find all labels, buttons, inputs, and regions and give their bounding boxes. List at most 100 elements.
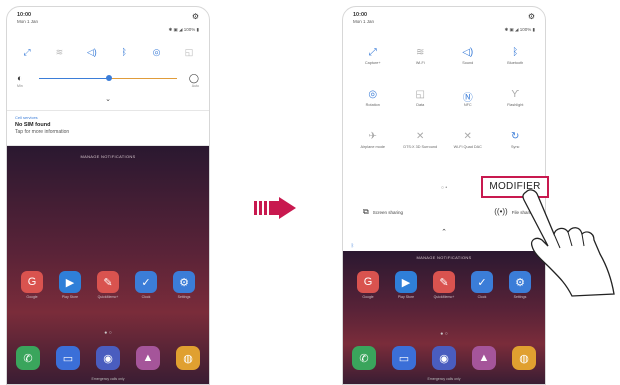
tile-label: NFC <box>463 103 472 107</box>
screen-sharing-label: Screen sharing <box>372 210 403 215</box>
capture-icon: ⤢ <box>368 47 377 58</box>
bluetooth-icon: ᛒ <box>512 47 519 58</box>
google-icon: G <box>357 271 379 293</box>
dock-app-chrome[interactable]: ◍ <box>173 346 203 370</box>
tile-airplane-mode[interactable]: ✈ Airplane mode <box>349 131 397 165</box>
play-store-icon: ▶ <box>395 271 417 293</box>
tile-label: Wi-Fi Quad DAC <box>453 145 482 149</box>
app-google[interactable]: G Google <box>17 271 47 299</box>
status-time: 10:00 <box>353 12 368 18</box>
status-icons: ✱ ▣ ◢ 100% ▮ <box>168 27 199 32</box>
display-icon[interactable]: ⤢ <box>21 47 33 58</box>
app-settings[interactable]: ⚙ Settings <box>169 271 199 299</box>
tile-label: DTS:X 3D Surround <box>403 145 438 149</box>
app-quickmemo-[interactable]: ✎ QuickMemo+ <box>429 271 459 299</box>
dock-app-camera[interactable]: ◉ <box>93 346 123 370</box>
tile-nfc[interactable]: Ⓝ NFC <box>444 89 492 123</box>
app-label: Google <box>362 295 374 299</box>
brightness-fill <box>39 78 109 79</box>
app-clock[interactable]: ✓ Clock <box>131 271 161 299</box>
auto-brightness-icon[interactable]: ◯ <box>189 73 199 84</box>
app-label: Clock <box>477 295 487 299</box>
settings-gear-icon[interactable]: ⚙ <box>192 12 199 21</box>
rotation-icon[interactable]: ◎ <box>151 47 163 58</box>
app-play-store[interactable]: ▶ Play Store <box>391 271 421 299</box>
hand-pointer-icon <box>522 189 615 297</box>
manage-notifications-link[interactable]: MANAGE NOTIFICATIONS <box>343 255 545 260</box>
brightness-knob[interactable] <box>106 75 112 81</box>
messages-icon: ▭ <box>56 346 80 370</box>
dock-app-gallery[interactable]: ▲ <box>133 346 163 370</box>
bluetooth-icon[interactable]: ᛒ <box>118 47 130 58</box>
tile-sound[interactable]: ◁) Sound <box>444 47 492 81</box>
clock-icon: ✓ <box>135 271 157 293</box>
left-phone: 10:00 Mon 1 Jan ⚙ ✱ ▣ ◢ 100% ▮ ⤢ ≋ ◁) ᛒ ◎ ◱ ◐… <box>6 6 210 385</box>
data-icon: ◱ <box>415 89 425 100</box>
expand-chevron-down-icon[interactable]: ⌄ <box>7 95 209 103</box>
surround-icon: ✕ <box>416 131 425 142</box>
bluetooth-status-icon: ᛒ <box>351 243 355 249</box>
tile-rotation[interactable]: ◎ Rotation <box>349 89 397 123</box>
dock-app-phone[interactable]: ✆ <box>349 346 379 370</box>
quickmemo--icon: ✎ <box>433 271 455 293</box>
transition-arrow-icon <box>254 197 296 219</box>
status-icons: ✱ ▣ ◢ 100% ▮ <box>504 27 535 32</box>
brightness-slider[interactable]: ◐ ◯ Min Auto <box>17 73 199 88</box>
rotation-icon: ◎ <box>368 89 378 100</box>
app-quickmemo-[interactable]: ✎ QuickMemo+ <box>93 271 123 299</box>
dock-app-phone[interactable]: ✆ <box>13 346 43 370</box>
tutorial-figure: 10:00 Mon 1 Jan ⚙ ✱ ▣ ◢ 100% ▮ ⤢ ≋ ◁) ᛒ ◎ ◱ ◐… <box>0 0 620 385</box>
dock-app-chrome[interactable]: ◍ <box>509 346 539 370</box>
phone-icon: ✆ <box>352 346 376 370</box>
phone-icon: ✆ <box>16 346 40 370</box>
manage-notifications-link[interactable]: MANAGE NOTIFICATIONS <box>7 154 209 159</box>
camera-icon: ◉ <box>96 346 120 370</box>
page-indicator: ● ○ <box>104 330 112 336</box>
sound-icon: ◁) <box>462 47 474 58</box>
status-date: Mon 1 Jan <box>353 19 375 24</box>
app-label: Play Store <box>397 295 415 299</box>
wifi-icon: ≋ <box>416 47 425 58</box>
nfc-icon: Ⓝ <box>462 93 473 104</box>
dac-icon: ✕ <box>463 131 472 142</box>
tile-label: Flashlight <box>507 103 524 107</box>
tile-capture-[interactable]: ⤢ Capture+ <box>349 47 397 81</box>
emergency-text: Emergency calls only <box>91 377 125 381</box>
camera-icon: ◉ <box>432 346 456 370</box>
brightness-icon: ◐ <box>17 73 23 83</box>
tile-wi-fi-quad-dac[interactable]: ✕ Wi-Fi Quad DAC <box>444 131 492 165</box>
file-sharing-icon: ((•)) <box>494 207 508 216</box>
tile-data[interactable]: ◱ Data <box>397 89 445 123</box>
dock-app-messages[interactable]: ▭ <box>389 346 419 370</box>
emergency-text: Emergency calls only <box>427 377 461 381</box>
dock-app-messages[interactable]: ▭ <box>53 346 83 370</box>
dock-app-camera[interactable]: ◉ <box>429 346 459 370</box>
tile-sync[interactable]: ↻ Sync <box>492 131 540 165</box>
gallery-icon: ▲ <box>472 346 496 370</box>
tile-label: Airplane mode <box>360 145 385 149</box>
tile-dts-x-3d-surround[interactable]: ✕ DTS:X 3D Surround <box>397 131 445 165</box>
tile-flashlight[interactable]: ϒ Flashlight <box>492 89 540 123</box>
tile-wi-fi[interactable]: ≋ Wi-Fi <box>397 47 445 81</box>
app-clock[interactable]: ✓ Clock <box>467 271 497 299</box>
settings-gear-icon[interactable]: ⚙ <box>528 12 535 21</box>
screen-sharing-button[interactable]: ⧉ Screen sharing <box>363 207 403 217</box>
app-label: Settings <box>177 295 191 299</box>
sound-icon[interactable]: ◁) <box>86 47 98 58</box>
wifi-icon[interactable]: ≋ <box>53 47 65 58</box>
sim-notification[interactable]: Cell services No SIM found Tap for more … <box>7 110 209 146</box>
messages-icon: ▭ <box>392 346 416 370</box>
tile-bluetooth[interactable]: ᛒ Bluetooth <box>492 47 540 81</box>
tile-label: Capture+ <box>364 61 381 65</box>
app-google[interactable]: G Google <box>353 271 383 299</box>
brightness-min-label: Min <box>17 84 23 88</box>
data-icon[interactable]: ◱ <box>183 47 195 58</box>
app-play-store[interactable]: ▶ Play Store <box>55 271 85 299</box>
notification-title: No SIM found <box>15 122 51 128</box>
screen-sharing-icon: ⧉ <box>363 207 369 216</box>
quick-settings-grid: ⤢ Capture+ ≋ Wi-Fi ◁) Sound ᛒ Bluetooth ◎ Rotatio… <box>349 47 539 165</box>
collapse-chevron-up-icon[interactable]: ⌃ <box>343 228 545 236</box>
app-label: Play Store <box>61 295 79 299</box>
notification-source: Cell services <box>15 115 38 120</box>
dock-app-gallery[interactable]: ▲ <box>469 346 499 370</box>
